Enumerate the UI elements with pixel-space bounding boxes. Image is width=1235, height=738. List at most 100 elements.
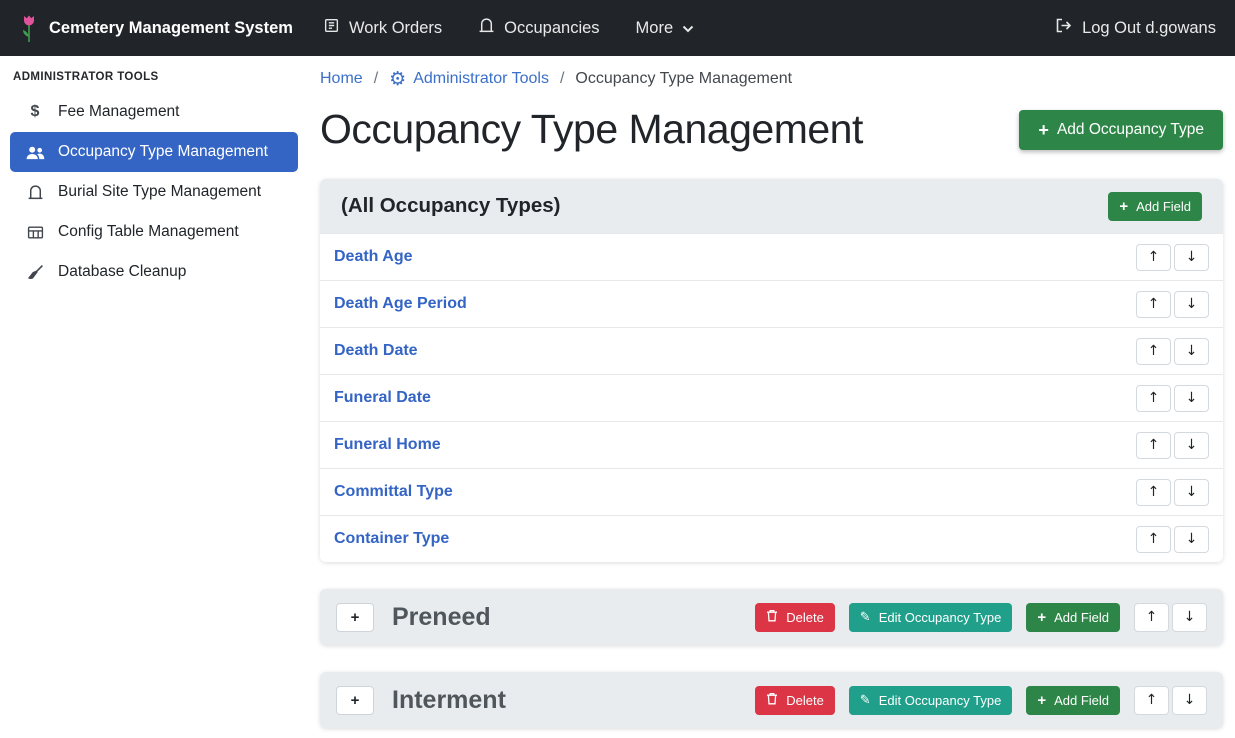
arrow-up-icon: ↑: [1148, 343, 1160, 359]
sidebar-item-config-table-management[interactable]: Config Table Management: [10, 212, 298, 252]
move-up-button[interactable]: ↑: [1136, 479, 1171, 506]
breadcrumb-home[interactable]: Home: [320, 70, 363, 88]
nav-occupancies[interactable]: Occupancies: [478, 17, 599, 39]
arrow-up-icon: ↑: [1148, 437, 1160, 453]
delete-button[interactable]: Delete: [755, 686, 835, 715]
logout-label: Log Out d.gowans: [1082, 19, 1216, 38]
move-down-button[interactable]: ↓: [1174, 338, 1209, 365]
add-field-label: Add Field: [1054, 610, 1109, 625]
move-up-button[interactable]: ↑: [1134, 603, 1169, 632]
move-down-button[interactable]: ↓: [1174, 432, 1209, 459]
move-up-button[interactable]: ↑: [1136, 432, 1171, 459]
nav-work-orders[interactable]: Work Orders: [323, 17, 442, 39]
move-up-button[interactable]: ↑: [1136, 526, 1171, 553]
plus-icon: +: [1037, 693, 1046, 708]
all-types-card-title: (All Occupancy Types): [341, 194, 560, 218]
edit-occupancy-type-button[interactable]: ✎ Edit Occupancy Type: [849, 603, 1013, 632]
move-down-button[interactable]: ↓: [1174, 479, 1209, 506]
breadcrumb-admin-tools[interactable]: ⚙ Administrator Tools: [389, 70, 549, 89]
sidebar-item-burial-site-type-management[interactable]: Burial Site Type Management: [10, 172, 298, 212]
move-down-button[interactable]: ↓: [1174, 526, 1209, 553]
arrow-down-icon: ↓: [1186, 484, 1198, 500]
sidebar-item-label: Occupancy Type Management: [58, 143, 268, 161]
add-occupancy-type-button[interactable]: + Add Occupancy Type: [1019, 110, 1223, 150]
field-row: Death Age ↑ ↓: [320, 233, 1223, 280]
occupancies-icon: [478, 17, 495, 39]
edit-occupancy-type-button[interactable]: ✎ Edit Occupancy Type: [849, 686, 1013, 715]
top-navbar: Cemetery Management System Work Orders O…: [0, 0, 1235, 56]
reorder-controls: ↑ ↓: [1136, 338, 1209, 365]
arrow-down-icon: ↓: [1184, 692, 1196, 708]
logout-link[interactable]: Log Out d.gowans: [1055, 18, 1216, 38]
app-brand[interactable]: Cemetery Management System: [19, 13, 293, 43]
pencil-icon: ✎: [860, 694, 871, 707]
arrow-up-icon: ↑: [1148, 484, 1160, 500]
arrow-down-icon: ↓: [1186, 249, 1198, 265]
move-down-button[interactable]: ↓: [1172, 686, 1207, 715]
arrow-down-icon: ↓: [1186, 390, 1198, 406]
sidebar-item-label: Fee Management: [58, 103, 180, 121]
monument-icon: [25, 184, 45, 201]
nav-more[interactable]: More: [636, 19, 695, 38]
arrow-down-icon: ↓: [1186, 296, 1198, 312]
add-field-label: Add Field: [1054, 693, 1109, 708]
sidebar-item-occupancy-type-management[interactable]: Occupancy Type Management: [10, 132, 298, 172]
move-down-button[interactable]: ↓: [1174, 244, 1209, 271]
trash-icon: [766, 609, 778, 625]
sidebar-item-label: Database Cleanup: [58, 263, 186, 281]
arrow-up-icon: ↑: [1146, 692, 1158, 708]
plus-icon: +: [351, 610, 360, 625]
occupancy-type-section-preneed: + Preneed Delete ✎ Edit Occupancy Type +…: [320, 589, 1223, 645]
nav-right: Log Out d.gowans: [1055, 18, 1216, 38]
field-link[interactable]: Committal Type: [334, 483, 453, 501]
breadcrumb-current: Occupancy Type Management: [575, 70, 792, 88]
plus-icon: +: [351, 693, 360, 708]
field-row: Committal Type ↑ ↓: [320, 468, 1223, 515]
field-link[interactable]: Death Age Period: [334, 295, 467, 313]
reorder-controls: ↑ ↓: [1134, 603, 1207, 632]
field-link[interactable]: Death Age: [334, 248, 413, 266]
move-up-button[interactable]: ↑: [1134, 686, 1169, 715]
reorder-controls: ↑ ↓: [1136, 432, 1209, 459]
expand-button[interactable]: +: [336, 603, 374, 632]
field-link[interactable]: Death Date: [334, 342, 418, 360]
arrow-up-icon: ↑: [1148, 249, 1160, 265]
move-down-button[interactable]: ↓: [1174, 291, 1209, 318]
field-link[interactable]: Funeral Date: [334, 389, 431, 407]
arrow-up-icon: ↑: [1148, 531, 1160, 547]
page-title: Occupancy Type Management: [320, 106, 863, 153]
sidebar-item-fee-management[interactable]: $ Fee Management: [10, 92, 298, 132]
add-field-button[interactable]: + Add Field: [1026, 603, 1120, 632]
arrow-up-icon: ↑: [1148, 296, 1160, 312]
field-link[interactable]: Funeral Home: [334, 436, 441, 454]
move-down-button[interactable]: ↓: [1172, 603, 1207, 632]
flower-logo-icon: [19, 13, 39, 43]
field-link[interactable]: Container Type: [334, 530, 449, 548]
all-types-card-header: (All Occupancy Types) + Add Field: [320, 179, 1223, 233]
delete-button[interactable]: Delete: [755, 603, 835, 632]
move-up-button[interactable]: ↑: [1136, 338, 1171, 365]
logout-icon: [1055, 18, 1073, 38]
add-field-button[interactable]: + Add Field: [1108, 192, 1202, 221]
arrow-up-icon: ↑: [1148, 390, 1160, 406]
edit-label: Edit Occupancy Type: [879, 693, 1002, 708]
arrow-down-icon: ↓: [1186, 531, 1198, 547]
move-up-button[interactable]: ↑: [1136, 291, 1171, 318]
reorder-controls: ↑ ↓: [1136, 526, 1209, 553]
add-occupancy-type-label: Add Occupancy Type: [1057, 121, 1204, 139]
move-up-button[interactable]: ↑: [1136, 244, 1171, 271]
occupancy-type-section-interment: + Interment Delete ✎ Edit Occupancy Type…: [320, 672, 1223, 728]
reorder-controls: ↑ ↓: [1134, 686, 1207, 715]
field-row: Container Type ↑ ↓: [320, 515, 1223, 562]
add-field-button[interactable]: + Add Field: [1026, 686, 1120, 715]
expand-button[interactable]: +: [336, 686, 374, 715]
move-down-button[interactable]: ↓: [1174, 385, 1209, 412]
breadcrumb-admin-tools-label: Administrator Tools: [413, 70, 549, 88]
field-row: Funeral Date ↑ ↓: [320, 374, 1223, 421]
field-row: Death Age Period ↑ ↓: [320, 280, 1223, 327]
plus-icon: +: [1038, 121, 1049, 139]
nav-links: Work Orders Occupancies More: [323, 17, 694, 39]
sidebar-item-database-cleanup[interactable]: Database Cleanup: [10, 252, 298, 292]
all-occupancy-types-card: (All Occupancy Types) + Add Field Death …: [320, 179, 1223, 562]
move-up-button[interactable]: ↑: [1136, 385, 1171, 412]
